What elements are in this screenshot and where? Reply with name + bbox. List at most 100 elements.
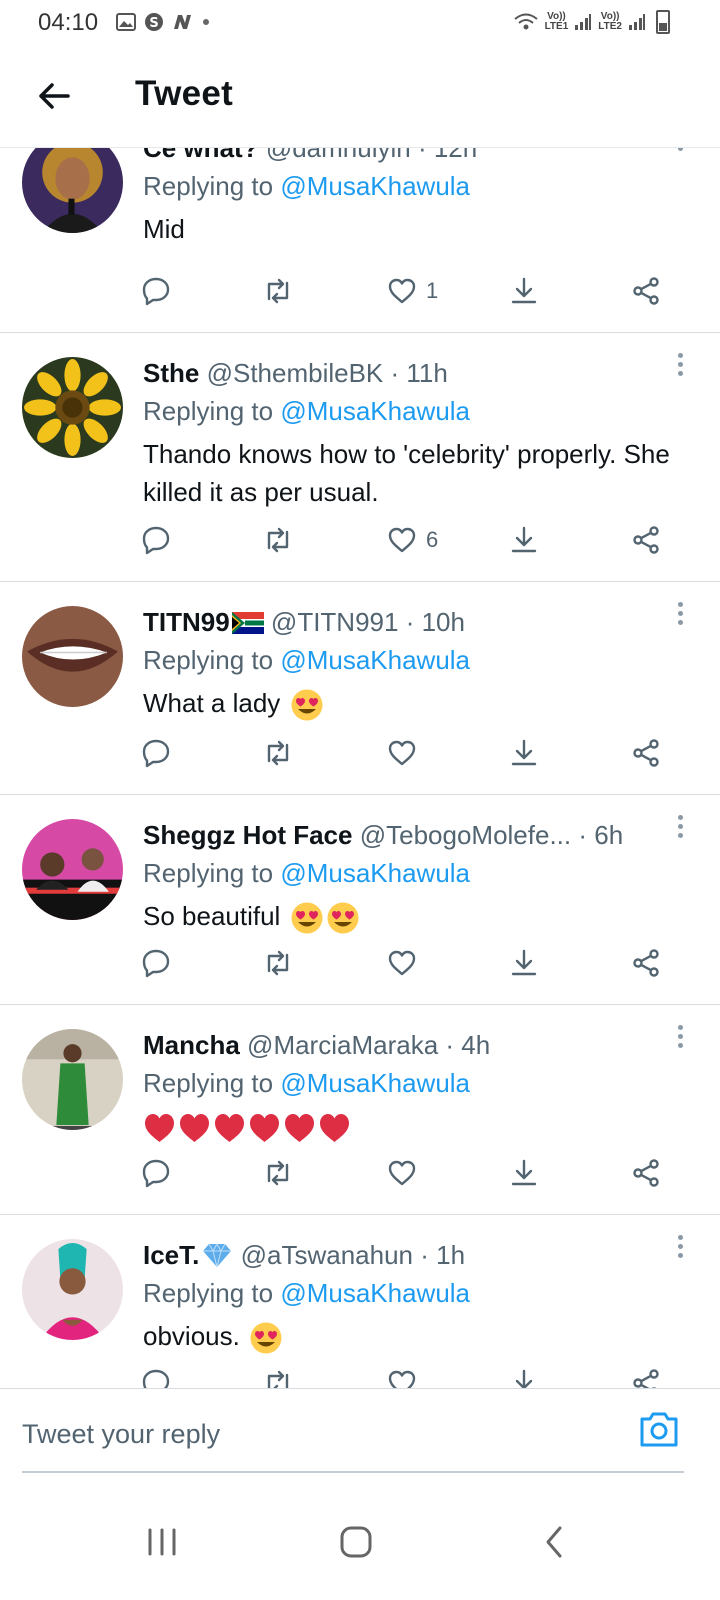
signal-icon: [575, 14, 592, 30]
avatar[interactable]: [22, 148, 123, 233]
replying-to-label: Replying to: [143, 396, 274, 426]
avatar[interactable]: [22, 1239, 123, 1340]
sim1-label: Vo)) LTE1: [544, 11, 569, 32]
replying-to-label: Replying to: [143, 645, 274, 675]
display-name[interactable]: IceT.: [143, 1240, 199, 1270]
share-button[interactable]: [630, 945, 662, 981]
retweet-button[interactable]: [262, 735, 294, 771]
recent-apps-icon[interactable]: [142, 1522, 182, 1562]
reply-button[interactable]: [140, 273, 172, 309]
reply-tweet[interactable]: Sheggz Hot Face @TebogoMolefe... · 6h Rep…: [0, 795, 720, 1005]
display-name[interactable]: TITN99: [143, 607, 230, 637]
tweet-body: TITN99 @TITN991 · 10h Replying to @MusaKh…: [143, 604, 690, 722]
s-app-icon: S: [145, 13, 163, 31]
like-button[interactable]: [386, 1155, 426, 1191]
display-name[interactable]: Ce what?: [143, 148, 259, 163]
replying-to-handle-link[interactable]: @MusaKhawula: [280, 645, 470, 675]
replying-to-label: Replying to: [143, 1278, 274, 1308]
red-heart-emoji-icon: [283, 1112, 316, 1144]
reply-input[interactable]: [22, 1419, 582, 1450]
share-icon: [630, 275, 662, 307]
back-icon[interactable]: [534, 1522, 574, 1562]
camera-icon[interactable]: [638, 1409, 680, 1449]
tweet-text-content: Thando knows how to 'celebrity' properly…: [143, 439, 670, 507]
display-name[interactable]: Sthe: [143, 358, 199, 388]
avatar[interactable]: [22, 819, 123, 920]
replies-feed[interactable]: Ce what? @damnulyin · 12h Replying to @Mu…: [0, 148, 720, 1412]
download-button[interactable]: [508, 735, 540, 771]
retweet-icon: [262, 947, 294, 979]
tweet-header: Sthe @SthembileBK · 11h: [143, 355, 690, 391]
tweet-text-content: Mid: [143, 214, 185, 244]
app-header: Tweet: [0, 48, 720, 148]
user-handle: @MarciaMaraka: [247, 1030, 439, 1060]
tweet-actions: 1: [140, 273, 680, 313]
news-app-icon: [174, 15, 191, 29]
timestamp: · 12h: [417, 148, 478, 163]
heart-eyes-emoji-icon: [249, 1321, 283, 1355]
gallery-icon: [116, 13, 136, 31]
reply-tweet[interactable]: IceT. @aTswanahun · 1h Replying to @MusaK…: [0, 1215, 720, 1412]
heart-eyes-emoji-icon: [326, 901, 360, 935]
download-button[interactable]: [508, 522, 540, 558]
home-icon[interactable]: [336, 1522, 376, 1562]
download-button[interactable]: [508, 945, 540, 981]
reply-tweet[interactable]: Mancha @MarciaMaraka · 4h Replying to @Mu…: [0, 1005, 720, 1215]
replying-to-handle-link[interactable]: @MusaKhawula: [280, 171, 470, 201]
reply-button[interactable]: [140, 945, 172, 981]
retweet-button[interactable]: [262, 945, 294, 981]
heart-icon: [386, 524, 418, 556]
tweet-header: Sheggz Hot Face @TebogoMolefe... · 6h: [143, 817, 690, 853]
avatar[interactable]: [22, 606, 123, 707]
wifi-icon: [513, 13, 538, 30]
avatar[interactable]: [22, 1029, 123, 1130]
reply-button[interactable]: [140, 522, 172, 558]
reply-button[interactable]: [140, 735, 172, 771]
retweet-button[interactable]: [262, 522, 294, 558]
reply-icon: [140, 275, 172, 307]
tweet-text: Thando knows how to 'celebrity' properly…: [143, 435, 690, 511]
reply-tweet[interactable]: Sthe @SthembileBK · 11h Replying to @Musa…: [0, 333, 720, 582]
replying-to: Replying to @MusaKhawula: [143, 1273, 690, 1313]
avatar[interactable]: [22, 357, 123, 458]
retweet-icon: [262, 1157, 294, 1189]
share-button[interactable]: [630, 1155, 662, 1191]
like-button[interactable]: 6: [386, 522, 438, 558]
download-button[interactable]: [508, 1155, 540, 1191]
like-count: 6: [426, 527, 439, 552]
share-button[interactable]: [630, 273, 662, 309]
reply-tweet[interactable]: Ce what? @damnulyin · 12h Replying to @Mu…: [0, 148, 720, 333]
download-icon: [508, 1157, 540, 1189]
reply-icon: [140, 947, 172, 979]
share-button[interactable]: [630, 735, 662, 771]
display-name[interactable]: Sheggz Hot Face: [143, 820, 352, 850]
share-button[interactable]: [630, 522, 662, 558]
tweet-text-content: What a lady: [143, 688, 281, 718]
user-handle: @TebogoMolefe...: [359, 820, 572, 850]
replying-to-label: Replying to: [143, 171, 274, 201]
like-button[interactable]: [386, 945, 426, 981]
replying-to-handle-link[interactable]: @MusaKhawula: [280, 1068, 470, 1098]
sim2-label: Vo)) LTE2: [598, 11, 622, 32]
timestamp: · 4h: [445, 1030, 491, 1060]
more-notifications-dot-icon: [203, 19, 209, 25]
reply-button[interactable]: [140, 1155, 172, 1191]
replying-to-handle-link[interactable]: @MusaKhawula: [280, 396, 470, 426]
svg-text:S: S: [149, 16, 158, 31]
tweet-header: IceT. @aTswanahun · 1h: [143, 1237, 690, 1273]
replying-to: Replying to @MusaKhawula: [143, 1063, 690, 1103]
like-button[interactable]: [386, 735, 426, 771]
display-name[interactable]: Mancha: [143, 1030, 240, 1060]
replying-to-handle-link[interactable]: @MusaKhawula: [280, 858, 470, 888]
signal-icon: [629, 14, 645, 30]
like-button[interactable]: 1: [386, 273, 438, 309]
back-arrow-icon[interactable]: [34, 76, 74, 116]
battery-icon: [656, 10, 670, 34]
download-button[interactable]: [508, 273, 540, 309]
retweet-button[interactable]: [262, 1155, 294, 1191]
replying-to-handle-link[interactable]: @MusaKhawula: [280, 1278, 470, 1308]
reply-tweet[interactable]: TITN99 @TITN991 · 10h Replying to @MusaKh…: [0, 582, 720, 795]
retweet-button[interactable]: [262, 273, 294, 309]
heart-icon: [386, 1157, 418, 1189]
share-icon: [630, 947, 662, 979]
